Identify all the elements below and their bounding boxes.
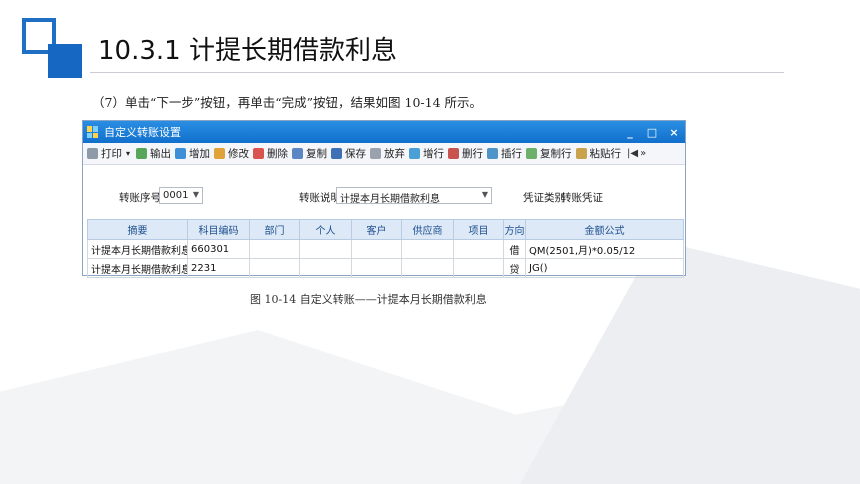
delete-row-icon [448, 148, 460, 159]
chevron-down-icon: ▼ [481, 190, 488, 199]
column-header[interactable]: 方向 [503, 219, 526, 240]
copy-row-icon [526, 148, 538, 159]
department-cell[interactable] [249, 239, 300, 259]
transfer-grid: 摘要 科目编码 部门 个人 客户 供应商 项目 方向 金额公式 计提本月长期借款… [87, 219, 684, 278]
column-header[interactable]: 供应商 [401, 219, 454, 240]
table-row[interactable]: 计提本月长期借款利息 2231 贷 JG() [87, 258, 684, 278]
add-row-button[interactable]: 增行 [409, 146, 444, 161]
title-decoration-block [48, 44, 82, 78]
project-cell[interactable] [453, 258, 504, 278]
export-button[interactable]: 输出 [136, 146, 171, 161]
transfer-no-select[interactable]: 0001 ▼ [159, 187, 203, 204]
voucher-type-label: 凭证类别 [523, 192, 565, 204]
printer-icon [87, 148, 98, 159]
department-cell[interactable] [249, 258, 300, 278]
column-header[interactable]: 科目编码 [187, 219, 250, 240]
save-icon [331, 148, 343, 159]
account-code-cell[interactable]: 660301 [187, 239, 250, 259]
custom-transfer-window: 自定义转账设置 _ □ × 打印 ▾ 输出 增加 修改 删除 复制 保存 放弃 … [82, 120, 687, 278]
column-header[interactable]: 金额公式 [525, 219, 684, 240]
add-button[interactable]: 增加 [175, 146, 210, 161]
delete-icon [253, 148, 265, 159]
toolbar-more-button[interactable]: » [640, 148, 646, 159]
copy-icon [292, 148, 304, 159]
paste-row-button[interactable]: 粘贴行 [575, 146, 621, 161]
figure-caption: 图 10-14 自定义转账——计提本月长期借款利息 [250, 293, 487, 306]
amount-formula-cell[interactable]: JG() [525, 258, 684, 278]
column-header[interactable]: 客户 [351, 219, 402, 240]
transfer-desc-select[interactable]: 计提本月长期借款利息 ▼ [336, 187, 492, 205]
amount-formula-cell[interactable]: QM(2501,月)*0.05/12 [525, 239, 684, 259]
summary-cell[interactable]: 计提本月长期借款利息 [87, 239, 188, 259]
export-icon [136, 148, 148, 159]
transfer-form: 转账序号 0001 ▼ 转账说明 计提本月长期借款利息 ▼ 凭证类别 转账凭证 [83, 187, 687, 207]
window-titlebar: 自定义转账设置 _ □ × [83, 121, 685, 143]
add-icon [175, 148, 187, 159]
instruction-text: （7）单击“下一步”按钮，再单击“完成”按钮，结果如图 10-14 所示。 [92, 95, 482, 110]
direction-cell[interactable]: 借 [503, 239, 526, 259]
add-row-icon [409, 148, 421, 159]
delete-button[interactable]: 删除 [253, 146, 288, 161]
person-cell[interactable] [299, 239, 352, 259]
transfer-desc-label: 转账说明 [299, 192, 341, 204]
direction-cell[interactable]: 贷 [503, 258, 526, 278]
supplier-cell[interactable] [401, 258, 454, 278]
save-button[interactable]: 保存 [331, 146, 366, 161]
summary-cell[interactable]: 计提本月长期借款利息 [87, 258, 188, 278]
column-header[interactable]: 部门 [249, 219, 300, 240]
minimize-button[interactable]: _ [619, 126, 641, 139]
chevron-down-icon: ▼ [192, 190, 199, 199]
paste-icon [575, 148, 587, 159]
customer-cell[interactable] [351, 258, 402, 278]
project-cell[interactable] [453, 239, 504, 259]
maximize-button[interactable]: □ [641, 126, 663, 139]
column-header[interactable]: 摘要 [87, 219, 188, 240]
toolbar: 打印 ▾ 输出 增加 修改 删除 复制 保存 放弃 增行 删行 插行 复制行 粘… [83, 143, 685, 165]
person-cell[interactable] [299, 258, 352, 278]
copy-button[interactable]: 复制 [292, 146, 327, 161]
customer-cell[interactable] [351, 239, 402, 259]
delete-row-button[interactable]: 删行 [448, 146, 483, 161]
account-code-cell[interactable]: 2231 [187, 258, 250, 278]
grid-header-row: 摘要 科目编码 部门 个人 客户 供应商 项目 方向 金额公式 [87, 219, 684, 240]
print-dropdown-icon[interactable]: ▾ [126, 149, 130, 158]
supplier-cell[interactable] [401, 239, 454, 259]
transfer-no-label: 转账序号 [119, 192, 161, 204]
app-grid-icon [87, 126, 99, 138]
close-button[interactable]: × [663, 126, 685, 139]
abandon-button[interactable]: 放弃 [370, 146, 405, 161]
table-row[interactable]: 计提本月长期借款利息 660301 借 QM(2501,月)*0.05/12 [87, 239, 684, 259]
column-header[interactable]: 项目 [453, 219, 504, 240]
edit-button[interactable]: 修改 [214, 146, 249, 161]
abandon-icon [370, 148, 382, 159]
pencil-icon [214, 148, 226, 159]
copy-row-button[interactable]: 复制行 [526, 146, 572, 161]
window-title: 自定义转账设置 [104, 126, 181, 139]
column-header[interactable]: 个人 [299, 219, 352, 240]
insert-row-button[interactable]: 插行 [487, 146, 522, 161]
print-button[interactable]: 打印 [87, 146, 122, 161]
first-record-icon[interactable]: |◀ [627, 148, 638, 159]
slide-title: 10.3.1 计提长期借款利息 [98, 36, 397, 66]
title-divider [90, 72, 784, 73]
insert-row-icon [487, 148, 499, 159]
voucher-type-value[interactable]: 转账凭证 [561, 190, 603, 205]
